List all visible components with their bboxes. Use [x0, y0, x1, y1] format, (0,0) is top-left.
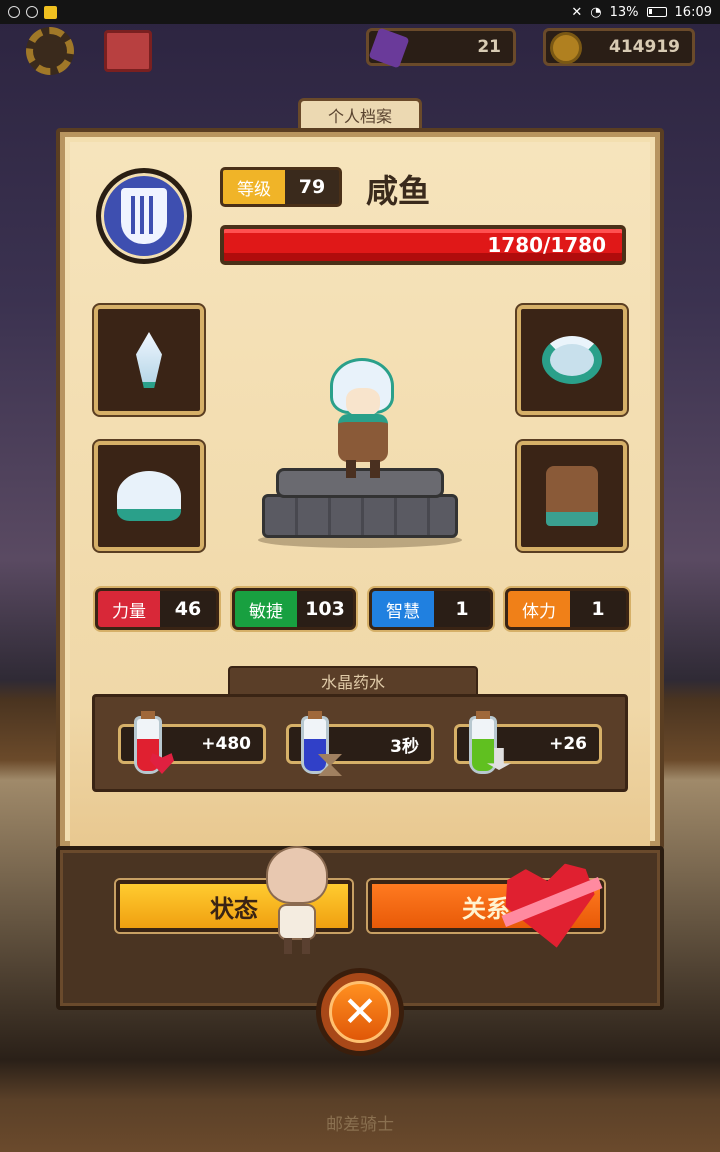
stat-value: 46: [174, 598, 202, 620]
wifi-icon: ◔: [590, 4, 602, 20]
notification-icon: [26, 6, 38, 18]
settings-gear-icon[interactable]: [26, 27, 74, 75]
hero-pedestal: [258, 468, 462, 548]
coin-counter[interactable]: 414919: [543, 28, 695, 66]
stat-label: 力量: [98, 591, 160, 627]
coin-count: 414919: [609, 37, 680, 57]
close-button[interactable]: ✕: [316, 968, 404, 1056]
stat-wisdom: 智慧 1: [369, 588, 493, 630]
stat-strength: 力量 46: [95, 588, 219, 630]
level-label: 等级: [223, 170, 285, 204]
helmet-icon: [117, 471, 181, 521]
stat-label: 敏捷: [235, 591, 297, 627]
potion-value: 3秒: [390, 736, 419, 757]
level-value: 79: [298, 176, 326, 198]
stat-stamina: 体力 1: [505, 588, 629, 630]
clock: 16:09: [674, 4, 712, 20]
speed-potion-icon: [301, 711, 329, 774]
coin-icon: [550, 32, 582, 64]
gem-count: 21: [477, 37, 501, 57]
player-name: 咸鱼: [366, 172, 431, 210]
helmet-slot[interactable]: [94, 441, 204, 551]
accessory-slot[interactable]: [517, 305, 627, 415]
potion-value: +480: [201, 734, 251, 754]
mute-icon: ✕: [571, 4, 583, 20]
level-badge: 等级 79: [220, 167, 342, 207]
profile-tab: 个人档案: [298, 98, 422, 128]
stat-label: 智慧: [372, 591, 434, 627]
amulet-icon: [542, 336, 602, 384]
app-notification-icon: [44, 5, 57, 19]
close-icon: ✕: [329, 981, 391, 1043]
stat-value: 1: [591, 598, 605, 620]
system-status-bar: ✕ ◔ 13% 16:09: [0, 0, 720, 24]
sword-icon: [136, 332, 162, 388]
armor-slot[interactable]: [517, 441, 627, 551]
stat-agility: 敏捷 103: [232, 588, 356, 630]
potion-section-title: 水晶药水: [228, 666, 478, 696]
gem-counter[interactable]: 21: [366, 27, 516, 69]
weapon-slot[interactable]: [94, 305, 204, 415]
potion-value: +26: [549, 734, 587, 754]
battery-icon: [646, 7, 667, 17]
class-emblem-icon[interactable]: [96, 168, 192, 264]
companion-character: [262, 846, 332, 956]
hp-bar: 1780/1780: [220, 225, 626, 265]
stat-value: 1: [455, 598, 469, 620]
alarm-icon: [8, 6, 20, 18]
footer-caption: 邮差骑士: [326, 1115, 394, 1135]
gem-icon: [368, 27, 410, 69]
gift-box-icon[interactable]: [104, 30, 152, 72]
shield-icon: [121, 188, 167, 244]
hero-character: [316, 358, 412, 478]
battery-percent: 13%: [609, 4, 639, 20]
stat-value: 103: [305, 598, 345, 620]
hp-text: 1780/1780: [487, 233, 606, 257]
stat-label: 体力: [508, 591, 570, 627]
armor-icon: [546, 466, 598, 526]
